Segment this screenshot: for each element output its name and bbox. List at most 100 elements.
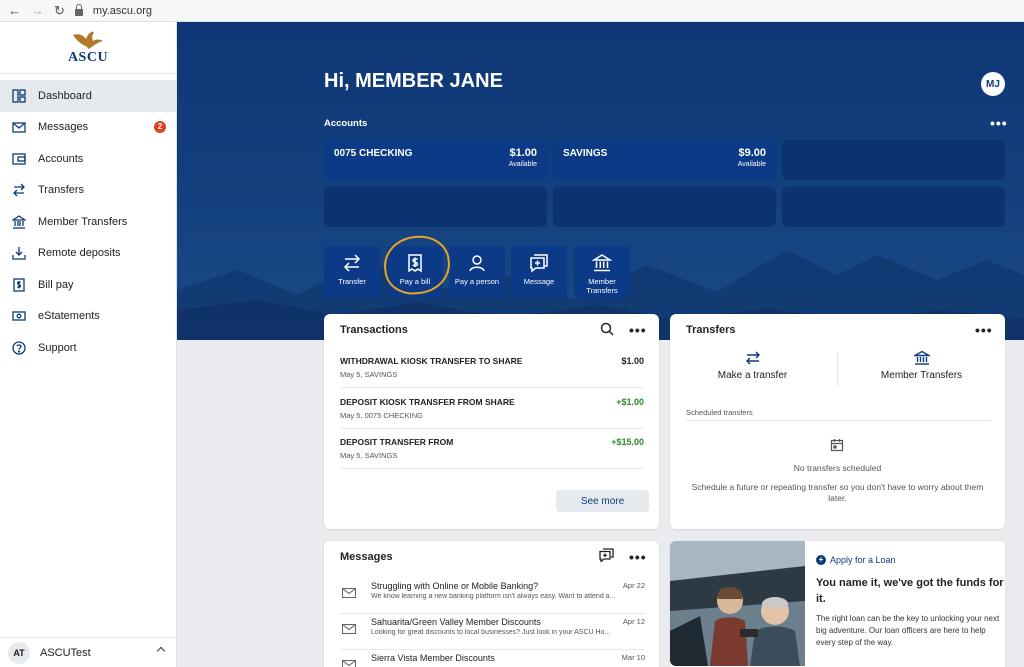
calendar-icon (830, 439, 844, 452)
account-status: Available (737, 161, 766, 168)
bank-icon (913, 350, 930, 365)
compose-message-icon[interactable] (599, 548, 614, 562)
sidebar-item-label: Accounts (38, 152, 84, 165)
action-label: Message (523, 277, 555, 286)
message-preview: Looking for great discounts to local bus… (371, 629, 611, 636)
action-label: Transfer (338, 277, 366, 286)
url-text[interactable]: my.ascu.org (93, 5, 152, 17)
account-tile-placeholder (782, 187, 1005, 227)
member-transfers-action-button[interactable]: Member Transfers (574, 246, 630, 298)
transaction-description: DEPOSIT KIOSK TRANSFER FROM SHARE (340, 397, 515, 407)
reload-icon[interactable]: ↻ (54, 4, 65, 17)
profile-avatar[interactable]: MJ (981, 72, 1005, 96)
sidebar-item-support[interactable]: Support (0, 332, 176, 364)
messages-more-icon[interactable]: ••• (629, 550, 647, 564)
empty-state-text: Schedule a future or repeating transfer … (691, 482, 984, 503)
transfer-arrows-icon (745, 351, 760, 365)
account-tile-placeholder (553, 187, 776, 227)
unread-badge: 2 (154, 120, 166, 133)
lock-icon (74, 3, 83, 16)
message-row[interactable]: Struggling with Online or Mobile Banking… (340, 578, 645, 614)
message-icon (530, 254, 548, 273)
statement-icon (12, 309, 26, 323)
member-transfers-button[interactable]: Member Transfers (864, 350, 979, 390)
transaction-description: DEPOSIT TRANSFER FROM (340, 437, 454, 447)
account-name: 0075 CHECKING (334, 148, 413, 159)
promo-headline: You name it, we've got the funds for it. (816, 577, 1004, 605)
sidebar-item-dashboard[interactable]: Dashboard (0, 80, 176, 112)
make-transfer-button[interactable]: Make a transfer (700, 350, 805, 390)
search-icon[interactable] (600, 322, 614, 336)
sidebar-nav: Dashboard Messages 2 Accounts Transfers (0, 80, 176, 364)
transaction-meta: May 5, SAVINGS (340, 370, 398, 379)
message-subject: Struggling with Online or Mobile Banking… (371, 581, 539, 591)
sidebar-item-remote-deposits[interactable]: Remote deposits (0, 238, 176, 270)
sidebar-item-member-transfers[interactable]: Member Transfers (0, 206, 176, 238)
message-row[interactable]: Sahuarita/Green Valley Member Discounts … (340, 614, 645, 650)
user-avatar: AT (8, 641, 30, 664)
accounts-heading: Accounts (324, 118, 368, 129)
deposit-icon (12, 246, 26, 260)
transfers-title: Transfers (686, 324, 736, 336)
transaction-row[interactable]: WITHDRAWAL KIOSK TRANSFER TO SHARE May 5… (340, 348, 644, 388)
transaction-row[interactable]: DEPOSIT KIOSK TRANSFER FROM SHARE May 5,… (340, 389, 644, 429)
message-row[interactable]: Sierra Vista Member Discounts Mar 10 (340, 650, 645, 667)
bill-icon (12, 278, 26, 292)
message-subject: Sierra Vista Member Discounts (371, 653, 495, 663)
sidebar-item-messages[interactable]: Messages 2 (0, 112, 176, 144)
transfers-more-icon[interactable]: ••• (975, 323, 993, 337)
back-icon[interactable]: ← (8, 4, 21, 17)
action-label: Pay a person (454, 277, 500, 286)
empty-state-title: No transfers scheduled (793, 463, 882, 473)
sidebar: ASCU Dashboard Messages 2 Accounts Trans… (0, 22, 177, 667)
message-date: Apr 22 (622, 581, 645, 590)
apply-loan-label: Apply for a Loan (830, 555, 896, 565)
sidebar-item-label: Remote deposits (38, 247, 121, 260)
pay-person-action-button[interactable]: Pay a person (449, 246, 505, 298)
account-tile-savings[interactable]: SAVINGS $9.00 Available (553, 140, 776, 180)
help-icon (12, 341, 26, 355)
sidebar-item-transfers[interactable]: Transfers (0, 175, 176, 207)
sidebar-item-estatements[interactable]: eStatements (0, 301, 176, 333)
bank-icon (592, 254, 612, 272)
transaction-amount: +$15.00 (611, 437, 644, 447)
see-more-button[interactable]: See more (556, 490, 649, 512)
account-tile-checking[interactable]: 0075 CHECKING $1.00 Available (324, 140, 547, 180)
sidebar-item-label: Bill pay (38, 278, 74, 291)
transactions-title: Transactions (340, 324, 408, 336)
envelope-icon (342, 624, 356, 634)
sidebar-item-accounts[interactable]: Accounts (0, 143, 176, 175)
account-status: Available (508, 161, 537, 168)
forward-icon[interactable]: → (31, 4, 44, 17)
greeting-heading: Hi, MEMBER JANE (324, 70, 503, 92)
eagle-logo-icon (73, 31, 103, 49)
envelope-icon (342, 588, 356, 598)
message-action-button[interactable]: Message (511, 246, 567, 298)
browser-toolbar: ← → ↻ my.ascu.org (0, 0, 1024, 22)
plus-icon: + (816, 555, 826, 565)
logo[interactable]: ASCU (0, 22, 176, 74)
transaction-meta: May 5, SAVINGS (340, 451, 398, 460)
transaction-amount: +$1.00 (616, 397, 644, 407)
apply-loan-link[interactable]: + Apply for a Loan (816, 555, 896, 565)
user-name: ASCUTest (40, 646, 91, 659)
transaction-meta: May 5, 0075 CHECKING (340, 411, 423, 420)
user-menu[interactable]: AT ASCUTest (0, 637, 176, 667)
envelope-icon (12, 120, 26, 134)
sidebar-item-label: Support (38, 341, 77, 354)
envelope-icon (342, 660, 356, 667)
transfer-action-button[interactable]: Transfer (324, 246, 380, 298)
member-transfers-label: Member Transfers (880, 370, 963, 381)
transactions-more-icon[interactable]: ••• (629, 323, 647, 337)
person-icon (469, 255, 485, 272)
sidebar-item-bill-pay[interactable]: Bill pay (0, 269, 176, 301)
message-preview: We know learning a new banking platform … (371, 593, 616, 600)
logo-text: ASCU (67, 50, 109, 65)
transaction-row[interactable]: DEPOSIT TRANSFER FROM May 5, SAVINGS +$1… (340, 429, 644, 469)
sidebar-item-label: eStatements (38, 310, 100, 323)
accounts-more-icon[interactable]: ••• (990, 116, 1008, 130)
chevron-up-icon[interactable] (156, 646, 166, 656)
loan-promo-card: + Apply for a Loan You name it, we've go… (670, 541, 1005, 667)
messages-title: Messages (340, 551, 393, 563)
dashboard-icon (12, 89, 26, 103)
